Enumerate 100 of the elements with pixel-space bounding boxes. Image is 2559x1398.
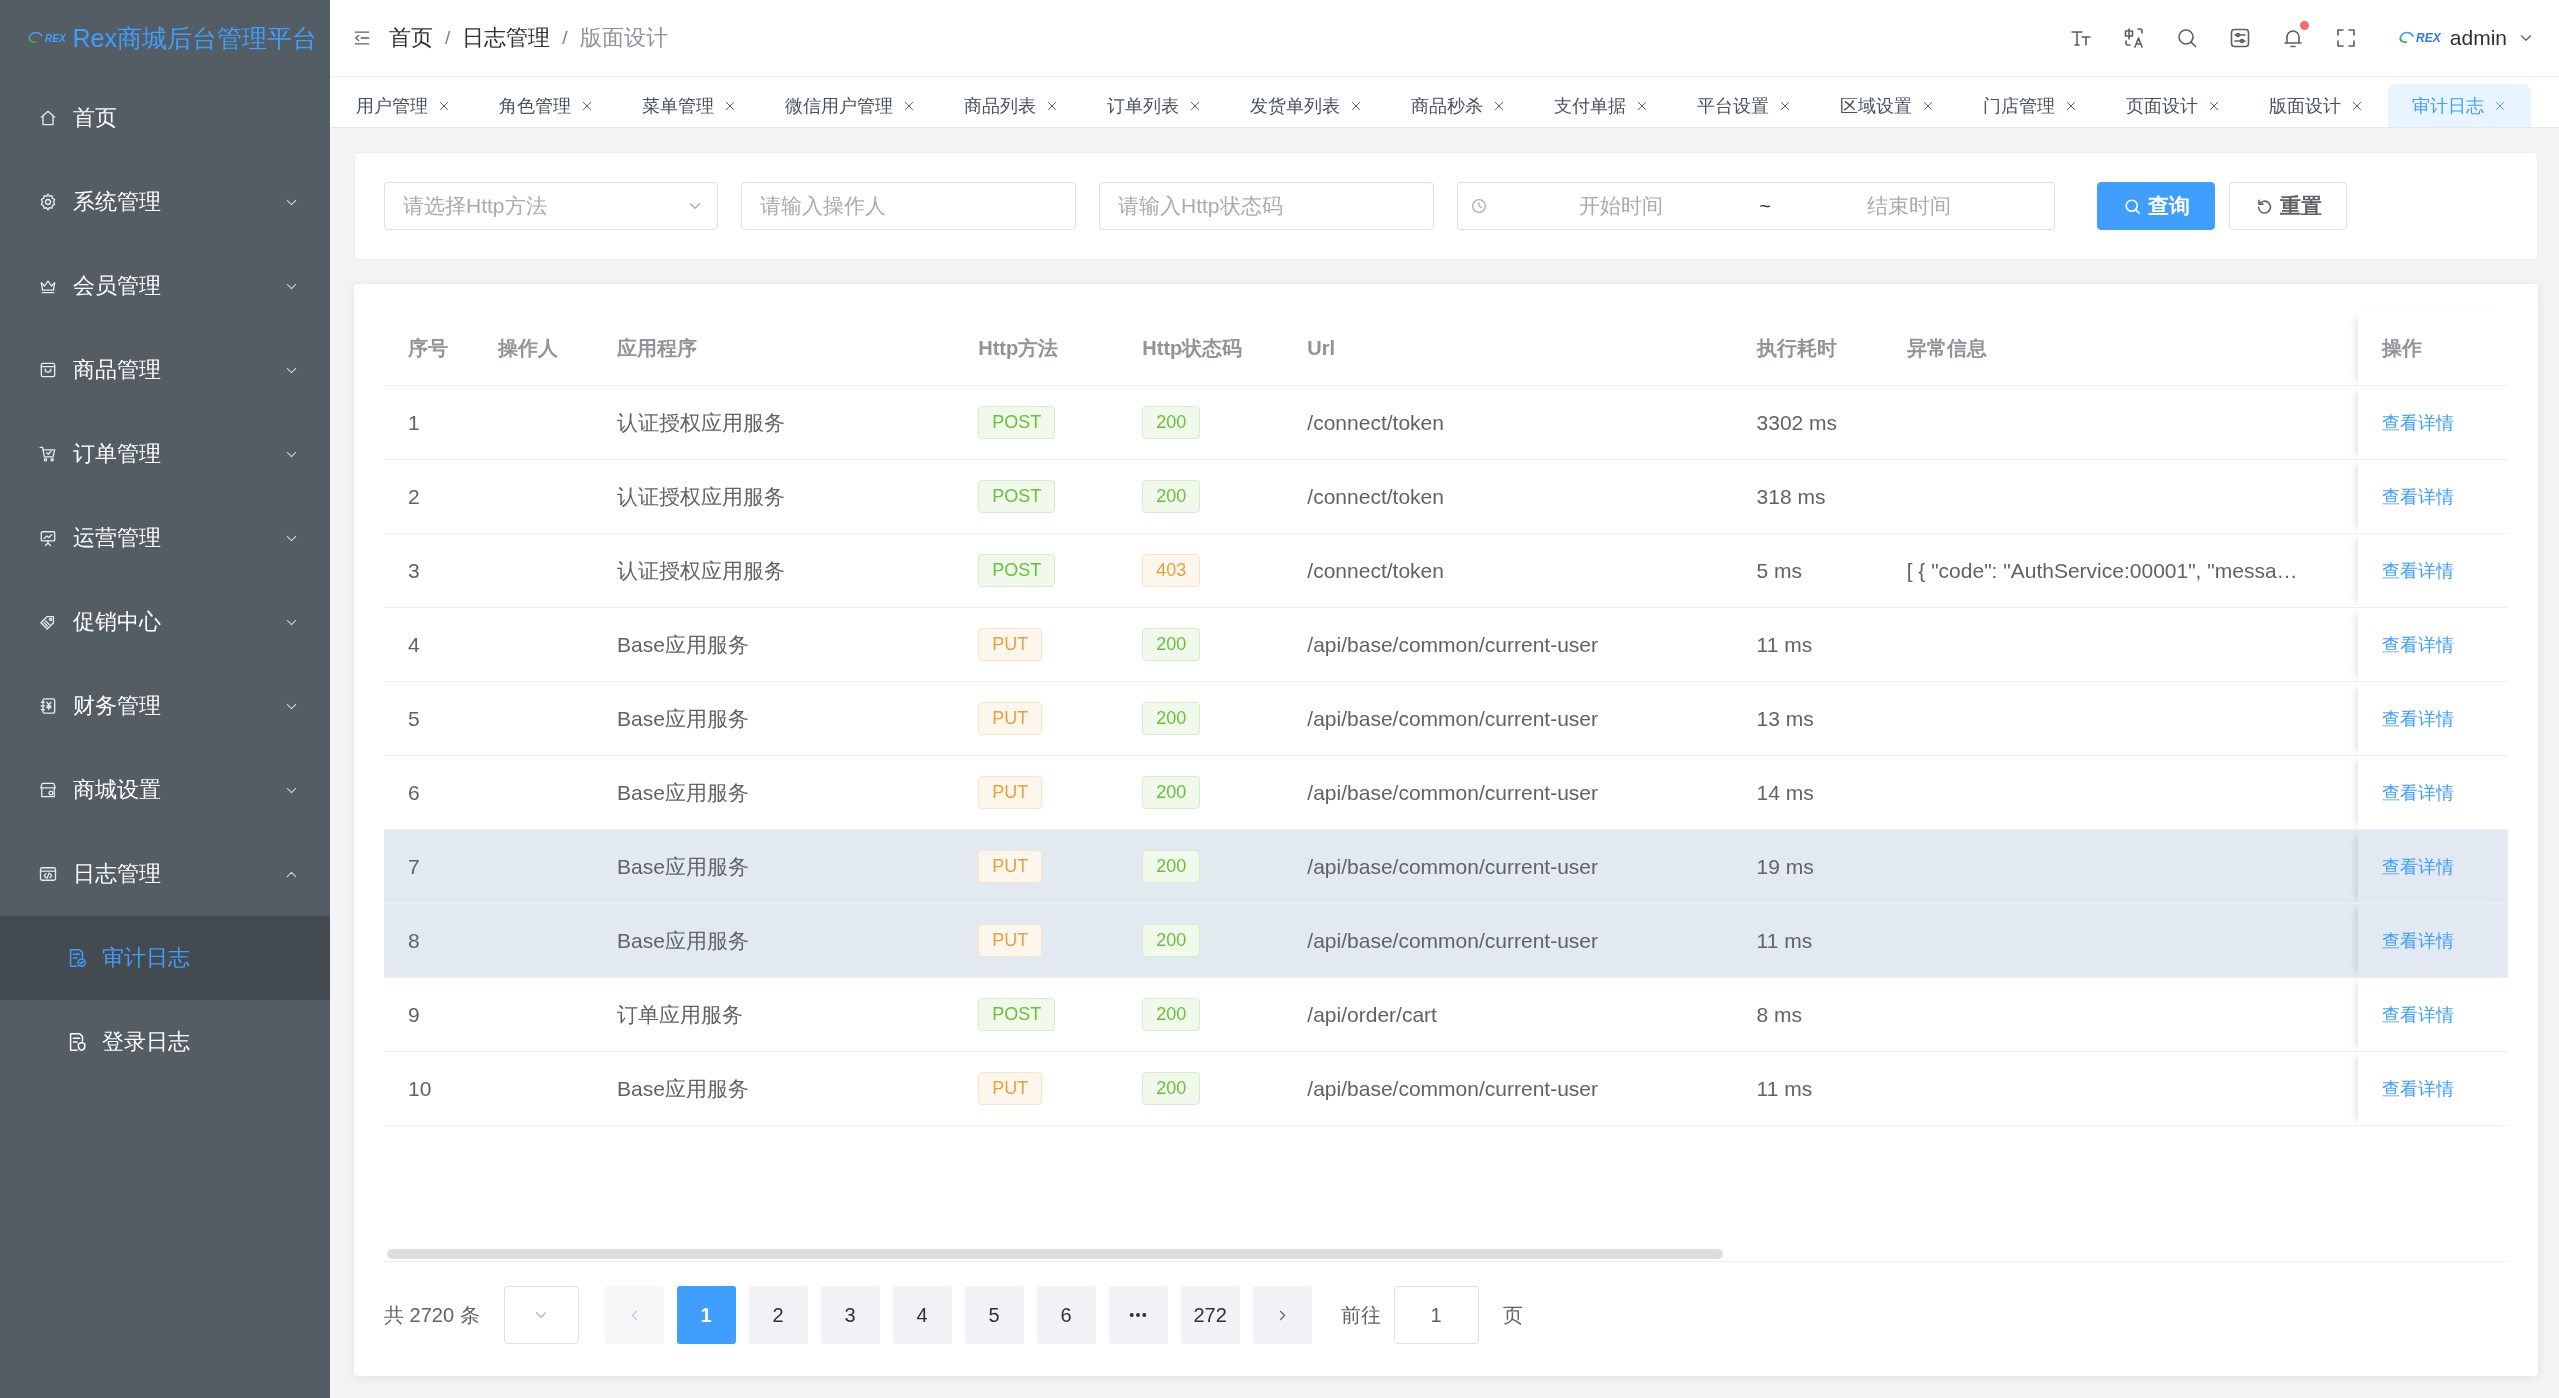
- breadcrumb-separator: /: [562, 27, 568, 49]
- tab[interactable]: 商品秒杀: [1387, 84, 1530, 127]
- goto-label: 前往: [1340, 1302, 1381, 1328]
- submenu-item[interactable]: 登录日志: [0, 1000, 330, 1084]
- table-cell: 11 ms: [1732, 607, 1883, 682]
- menu-item[interactable]: 会员管理: [0, 244, 330, 328]
- menu-item[interactable]: 订单管理: [0, 412, 330, 496]
- page-button[interactable]: 272: [1180, 1286, 1240, 1344]
- page-button[interactable]: 2: [748, 1286, 808, 1344]
- column-header: 操作: [2357, 312, 2508, 386]
- table-cell: /api/base/common/current-user: [1283, 607, 1733, 682]
- tab[interactable]: 区域设置: [1816, 84, 1959, 127]
- column-header: 应用程序: [593, 312, 955, 386]
- table-cell: /api/order/cart: [1283, 977, 1733, 1052]
- tab[interactable]: 页面设计: [2102, 84, 2245, 127]
- menu-item[interactable]: 商城设置: [0, 748, 330, 832]
- status-tag: 200: [1142, 924, 1201, 957]
- status-tag: 200: [1142, 480, 1201, 513]
- page-button[interactable]: 5: [964, 1286, 1024, 1344]
- column-header: 异常信息: [1882, 312, 2358, 386]
- menu-item[interactable]: 财务管理: [0, 664, 330, 748]
- menu-item[interactable]: 商品管理: [0, 328, 330, 412]
- table-cell: 3302 ms: [1732, 385, 1883, 460]
- table-cell: /connect/token: [1283, 459, 1733, 534]
- table-cell: /connect/token: [1283, 385, 1733, 460]
- method-tag: POST: [978, 998, 1056, 1031]
- table-cell: 3: [384, 533, 475, 608]
- tab[interactable]: 订单列表: [1083, 84, 1226, 127]
- table-cell: 1: [384, 385, 475, 460]
- method-tag: PUT: [978, 1072, 1043, 1105]
- table-cell: 6: [384, 755, 475, 830]
- table-cell: 认证授权应用服务: [593, 459, 955, 534]
- tab[interactable]: 门店管理: [1959, 84, 2102, 127]
- column-header: 操作人: [474, 312, 594, 386]
- menu-item[interactable]: 促销中心: [0, 580, 330, 664]
- status-code-input[interactable]: 请输入Http状态码: [1099, 182, 1434, 230]
- table-cell: 5 ms: [1732, 533, 1883, 608]
- ledger-icon: [38, 696, 58, 716]
- scrollbar-thumb[interactable]: [387, 1249, 1724, 1259]
- status-tag: 403: [1142, 554, 1201, 587]
- end-time-input[interactable]: 结束时间: [1776, 194, 2042, 218]
- menu-item[interactable]: 运营管理: [0, 496, 330, 580]
- shopping-bag-icon: [38, 360, 58, 380]
- clock-icon: [1470, 197, 1488, 215]
- tab[interactable]: 微信用户管理: [761, 84, 940, 127]
- avatar-text: REX: [2416, 31, 2441, 45]
- tab[interactable]: 角色管理: [475, 84, 618, 127]
- menu-item[interactable]: 日志管理: [0, 832, 330, 916]
- tab[interactable]: 商品列表: [940, 84, 1083, 127]
- table-cell: /api/base/common/current-user: [1283, 681, 1733, 756]
- ellipsis-icon: [1129, 1312, 1148, 1318]
- table-cell: 认证授权应用服务: [593, 385, 955, 460]
- user-name[interactable]: admin: [2449, 26, 2507, 50]
- tab[interactable]: 平台设置: [1673, 84, 1816, 127]
- cart-icon: [38, 444, 58, 464]
- tab[interactable]: 菜单管理: [618, 84, 761, 127]
- method-tag: PUT: [978, 776, 1043, 809]
- table-cell: 11 ms: [1732, 1051, 1883, 1126]
- table-cell: 13 ms: [1732, 681, 1883, 756]
- table-cell: Base应用服务: [593, 607, 955, 682]
- tab[interactable]: 用户管理: [332, 84, 475, 127]
- page-button[interactable]: 3: [820, 1286, 880, 1344]
- method-select[interactable]: 请选择Http方法: [384, 182, 718, 230]
- tab[interactable]: 支付单据: [1530, 84, 1673, 127]
- start-time-input[interactable]: 开始时间: [1488, 194, 1754, 218]
- status-tag: 200: [1142, 1072, 1201, 1105]
- breadcrumb-link[interactable]: 首页: [389, 23, 433, 53]
- page-button[interactable]: 4: [892, 1286, 952, 1344]
- tab[interactable]: 版面设计: [2245, 84, 2388, 127]
- table-cell: 318 ms: [1732, 459, 1883, 534]
- page-button[interactable]: 6: [1036, 1286, 1096, 1344]
- status-tag: 200: [1142, 628, 1201, 661]
- table-cell: 4: [384, 607, 475, 682]
- column-header: 序号: [384, 312, 475, 386]
- table-cell: 11 ms: [1732, 903, 1883, 978]
- status-tag: 200: [1142, 850, 1201, 883]
- table-cell: 订单应用服务: [593, 977, 955, 1052]
- table-cell: 认证授权应用服务: [593, 533, 955, 608]
- operator-input[interactable]: 请输入操作人: [741, 182, 1076, 230]
- method-tag: POST: [978, 480, 1056, 513]
- tab[interactable]: 发货单列表: [1226, 84, 1387, 127]
- swoosh-logo-icon: [2399, 31, 2416, 45]
- method-tag: POST: [978, 406, 1056, 439]
- table-cell: Base应用服务: [593, 681, 955, 756]
- date-range-picker[interactable]: 开始时间 ~ 结束时间: [1457, 182, 2055, 230]
- home-icon: [38, 108, 58, 128]
- menu-item[interactable]: 首页: [0, 76, 330, 160]
- reset-button[interactable]: 重置: [2229, 182, 2347, 230]
- table-cell: 5: [384, 681, 475, 756]
- table-cell: /api/base/common/current-user: [1283, 1051, 1733, 1126]
- store-icon: [38, 780, 58, 800]
- status-tag: 200: [1142, 702, 1201, 735]
- code-window-icon: [38, 864, 58, 884]
- page-input[interactable]: 1: [1393, 1286, 1479, 1344]
- menu-item[interactable]: 系统管理: [0, 160, 330, 244]
- table-cell: [ { "code": "AuthService:00001", "messa…: [1882, 533, 2358, 608]
- breadcrumb-link[interactable]: 日志管理: [462, 23, 551, 53]
- column-header: Http方法: [954, 312, 1119, 386]
- column-header: Http状态码: [1118, 312, 1284, 386]
- gear-icon: [38, 192, 58, 212]
